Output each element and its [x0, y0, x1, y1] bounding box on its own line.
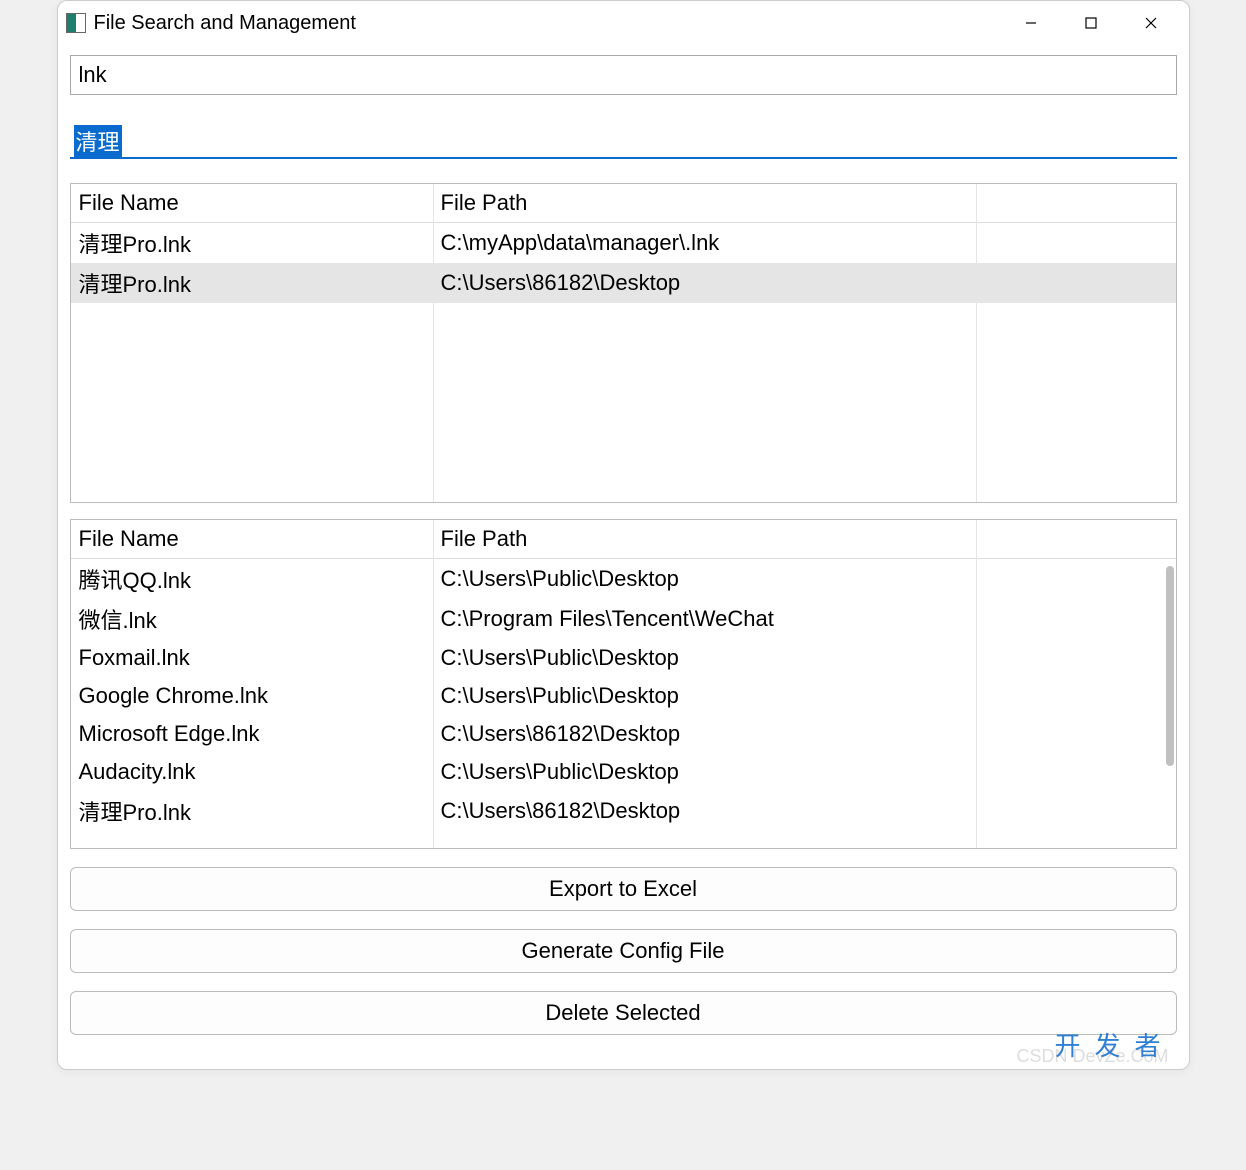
col-file-name[interactable]: File Name: [71, 184, 433, 222]
cell-file-name[interactable]: 清理Pro.lnk: [71, 263, 433, 303]
titlebar: File Search and Management: [58, 1, 1189, 45]
search-input[interactable]: [70, 55, 1177, 95]
content-area: 清理 File Name File Path 清理Pro.lnkC:\myApp…: [58, 45, 1189, 1069]
cell-file-path[interactable]: C:\Program Files\Tencent\WeChat: [433, 599, 976, 639]
col-spacer: [976, 184, 1176, 222]
cell-file-name[interactable]: 腾讯QQ.lnk: [71, 558, 433, 599]
cell-file-name[interactable]: 清理Pro.lnk: [71, 791, 433, 831]
filter-wrap: 清理: [70, 119, 1177, 159]
col-file-path[interactable]: File Path: [433, 184, 976, 222]
table-row[interactable]: Google Chrome.lnkC:\Users\Public\Desktop: [71, 677, 1176, 715]
maximize-icon: [1084, 16, 1098, 30]
results-table-top[interactable]: File Name File Path 清理Pro.lnkC:\myApp\da…: [70, 183, 1177, 503]
minimize-button[interactable]: [1001, 3, 1061, 43]
table-header-row: File Name File Path: [71, 184, 1176, 222]
close-icon: [1144, 16, 1158, 30]
cell-file-path[interactable]: C:\Users\86182\Desktop: [433, 715, 976, 753]
results-table-bottom[interactable]: File Name File Path 腾讯QQ.lnkC:\Users\Pub…: [70, 519, 1177, 849]
col-file-path[interactable]: File Path: [433, 520, 976, 558]
col-spacer: [976, 520, 1176, 558]
cell-file-name[interactable]: Google Chrome.lnk: [71, 677, 433, 715]
cell-file-path[interactable]: C:\Users\86182\Desktop: [433, 791, 976, 831]
cell-spacer: [976, 558, 1176, 599]
cell-file-path[interactable]: C:\Users\Public\Desktop: [433, 677, 976, 715]
cell-file-name[interactable]: 清理Pro.lnk: [71, 222, 433, 263]
minimize-icon: [1024, 16, 1038, 30]
cell-file-path[interactable]: C:\Users\Public\Desktop: [433, 558, 976, 599]
cell-file-path[interactable]: C:\Users\Public\Desktop: [433, 639, 976, 677]
table-header-row: File Name File Path: [71, 520, 1176, 558]
cell-file-name[interactable]: Microsoft Edge.lnk: [71, 715, 433, 753]
filter-selection-text: 清理: [74, 125, 122, 157]
column-divider[interactable]: [433, 184, 434, 502]
table-row[interactable]: 腾讯QQ.lnkC:\Users\Public\Desktop: [71, 558, 1176, 599]
table-row[interactable]: Audacity.lnkC:\Users\Public\Desktop: [71, 753, 1176, 791]
cell-spacer: [976, 791, 1176, 831]
column-divider[interactable]: [976, 520, 977, 848]
cell-file-name[interactable]: Foxmail.lnk: [71, 639, 433, 677]
cell-file-path[interactable]: C:\Users\Public\Desktop: [433, 753, 976, 791]
cell-spacer: [976, 599, 1176, 639]
cell-file-path[interactable]: C:\Users\86182\Desktop: [433, 263, 976, 303]
scrollbar-thumb[interactable]: [1166, 566, 1174, 766]
app-window: File Search and Management 清理: [57, 0, 1190, 1070]
cell-file-name[interactable]: 微信.lnk: [71, 599, 433, 639]
table-row[interactable]: Microsoft Edge.lnkC:\Users\86182\Desktop: [71, 715, 1176, 753]
column-divider[interactable]: [433, 520, 434, 848]
cell-spacer: [976, 639, 1176, 677]
cell-file-path[interactable]: C:\myApp\data\manager\.lnk: [433, 222, 976, 263]
delete-selected-button[interactable]: Delete Selected: [70, 991, 1177, 1035]
window-controls: [1001, 3, 1181, 43]
cell-spacer: [976, 715, 1176, 753]
scrollbar-track[interactable]: [1164, 526, 1174, 842]
table-row[interactable]: 清理Pro.lnkC:\Users\86182\Desktop: [71, 263, 1176, 303]
table-row[interactable]: 清理Pro.lnkC:\myApp\data\manager\.lnk: [71, 222, 1176, 263]
cell-spacer: [976, 753, 1176, 791]
col-file-name[interactable]: File Name: [71, 520, 433, 558]
maximize-button[interactable]: [1061, 3, 1121, 43]
close-button[interactable]: [1121, 3, 1181, 43]
app-icon: [66, 13, 86, 33]
generate-config-button[interactable]: Generate Config File: [70, 929, 1177, 973]
column-divider[interactable]: [976, 184, 977, 502]
table-row[interactable]: Foxmail.lnkC:\Users\Public\Desktop: [71, 639, 1176, 677]
cell-spacer: [976, 263, 1176, 303]
export-excel-button[interactable]: Export to Excel: [70, 867, 1177, 911]
cell-file-name[interactable]: Audacity.lnk: [71, 753, 433, 791]
table-row[interactable]: 微信.lnkC:\Program Files\Tencent\WeChat: [71, 599, 1176, 639]
cell-spacer: [976, 222, 1176, 263]
filter-input[interactable]: [70, 119, 1177, 159]
cell-spacer: [976, 677, 1176, 715]
table-row[interactable]: 清理Pro.lnkC:\Users\86182\Desktop: [71, 791, 1176, 831]
window-title: File Search and Management: [94, 12, 1001, 35]
